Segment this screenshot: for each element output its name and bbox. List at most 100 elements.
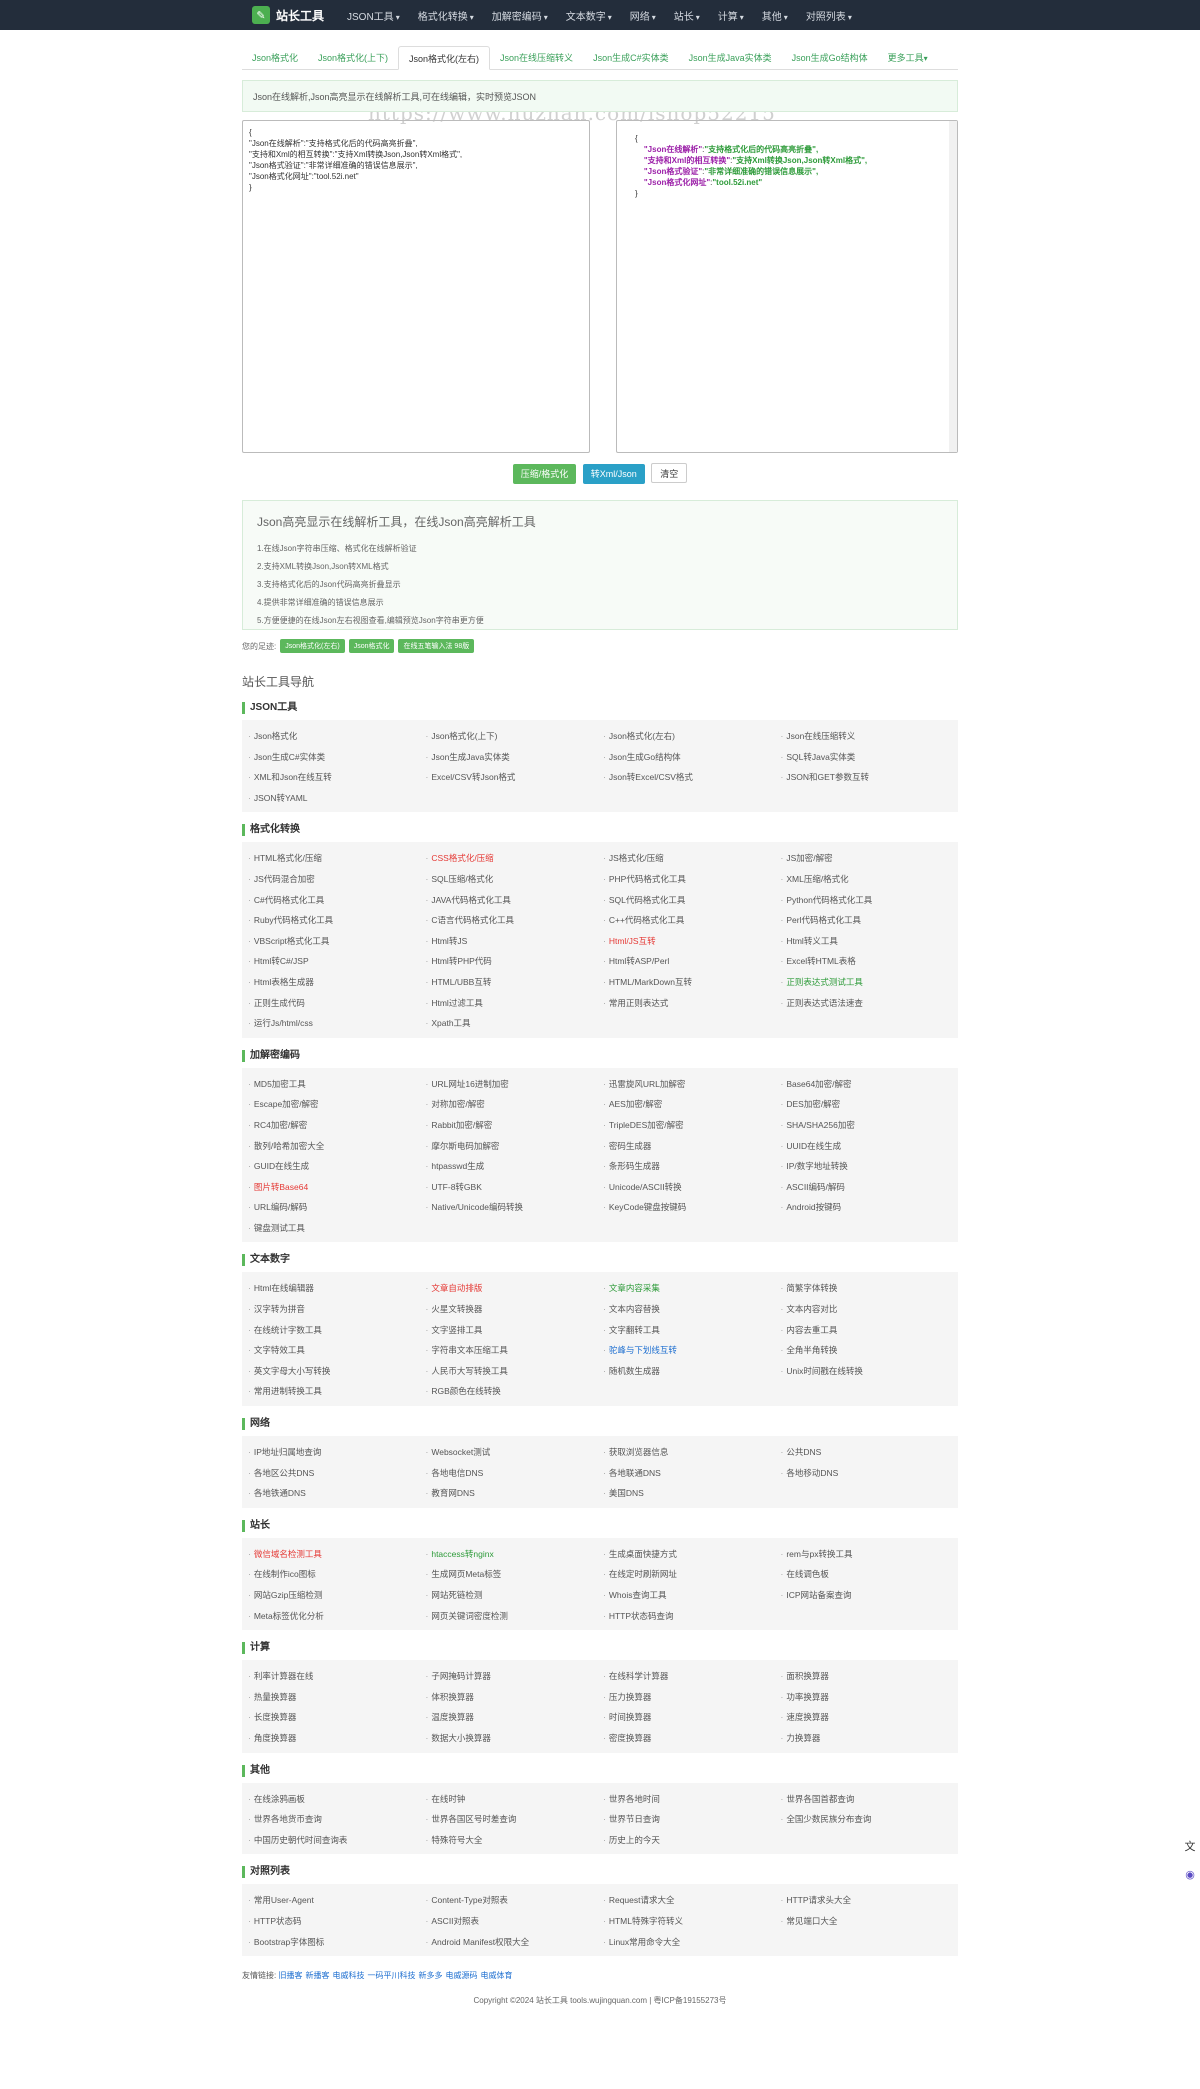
tool-link[interactable]: PHP代码格式化工具 [603, 869, 781, 890]
tool-link[interactable]: RC4加密/解密 [248, 1115, 426, 1136]
tool-link[interactable]: 正则表达式测试工具 [781, 972, 959, 993]
tool-link[interactable]: IP地址归属地查询 [248, 1442, 426, 1463]
tool-link[interactable]: rem与px转换工具 [781, 1544, 959, 1565]
tool-link[interactable]: 文章自动排版 [426, 1278, 604, 1299]
menu-item-8[interactable]: 对照列表 [797, 8, 861, 23]
tool-link[interactable]: JS代码混合加密 [248, 869, 426, 890]
tool-link[interactable]: 生成桌面快捷方式 [603, 1544, 781, 1565]
tool-link[interactable]: 文字竖排工具 [426, 1320, 604, 1341]
friend-link[interactable]: 新多多 [418, 1971, 442, 1980]
tool-link[interactable]: 各地电信DNS [426, 1463, 604, 1484]
tool-link[interactable]: 图片转Base64 [248, 1177, 426, 1198]
tab-0[interactable]: Json格式化 [242, 46, 308, 69]
tool-link[interactable]: Html转义工具 [781, 931, 959, 952]
tool-link[interactable]: Excel/CSV转Json格式 [426, 767, 604, 788]
tool-link[interactable]: 数据大小换算器 [426, 1728, 604, 1749]
friend-link[interactable]: 一码平川科技 [367, 1971, 415, 1980]
tool-link[interactable]: 教育网DNS [426, 1483, 604, 1504]
json-input-editor[interactable]: {"Json在线解析":"支持格式化后的代码高亮折叠", "支持和Xml的相互转换… [242, 120, 590, 453]
tool-link[interactable]: Excel转HTML表格 [781, 951, 959, 972]
tool-link[interactable]: JS格式化/压缩 [603, 848, 781, 869]
tool-link[interactable]: 文本内容对比 [781, 1299, 959, 1320]
tool-link[interactable]: 力换算器 [781, 1728, 959, 1749]
tool-link[interactable]: 子网掩码计算器 [426, 1666, 604, 1687]
tool-link[interactable]: UUID在线生成 [781, 1136, 959, 1157]
tool-link[interactable]: RGB颜色在线转换 [426, 1381, 604, 1402]
tool-link[interactable]: Json生成C#实体类 [248, 747, 426, 768]
tool-link[interactable]: 常用进制转换工具 [248, 1381, 426, 1402]
tool-link[interactable]: 时间换算器 [603, 1707, 781, 1728]
friend-link[interactable]: 电威科技 [332, 1971, 364, 1980]
tool-link[interactable]: 功率换算器 [781, 1687, 959, 1708]
tool-link[interactable]: Base64加密/解密 [781, 1074, 959, 1095]
tool-link[interactable]: 迅雷旋风URL加解密 [603, 1074, 781, 1095]
clear-button[interactable]: 清空 [651, 463, 688, 483]
format-button[interactable]: 压缩/格式化 [512, 464, 577, 484]
tool-link[interactable]: 密度换算器 [603, 1728, 781, 1749]
tool-link[interactable]: 面积换算器 [781, 1666, 959, 1687]
tool-link[interactable]: JAVA代码格式化工具 [426, 890, 604, 911]
tool-link[interactable]: Html转JS [426, 931, 604, 952]
tool-link[interactable]: 网站死链检测 [426, 1585, 604, 1606]
tool-link[interactable]: 获取浏览器信息 [603, 1442, 781, 1463]
tool-link[interactable]: URL编码/解码 [248, 1197, 426, 1218]
tool-link[interactable]: Json生成Java实体类 [426, 747, 604, 768]
tool-link[interactable]: 热量换算器 [248, 1687, 426, 1708]
friend-link[interactable]: 新播客 [305, 1971, 329, 1980]
tool-link[interactable]: 中国历史朝代时间查询表 [248, 1830, 426, 1851]
tool-link[interactable]: 随机数生成器 [603, 1361, 781, 1382]
tool-link[interactable]: SQL代码格式化工具 [603, 890, 781, 911]
tool-link[interactable]: HTML/UBB互转 [426, 972, 604, 993]
tool-link[interactable]: AES加密/解密 [603, 1094, 781, 1115]
scrollbar[interactable] [949, 121, 957, 452]
tool-link[interactable]: Native/Unicode编码转换 [426, 1197, 604, 1218]
tool-link[interactable]: SQL转Java实体类 [781, 747, 959, 768]
tool-link[interactable]: 在线定时刷新网址 [603, 1564, 781, 1585]
tool-link[interactable]: Html转C#/JSP [248, 951, 426, 972]
tool-link[interactable]: Unicode/ASCII转换 [603, 1177, 781, 1198]
tool-link[interactable]: HTTP状态码 [248, 1911, 426, 1932]
tab-7[interactable]: 更多工具 [878, 46, 938, 69]
tool-link[interactable]: C语言代码格式化工具 [426, 910, 604, 931]
tool-link[interactable]: 文字特效工具 [248, 1340, 426, 1361]
tab-4[interactable]: Json生成C#实体类 [583, 46, 679, 69]
tool-link[interactable]: Html/JS互转 [603, 931, 781, 952]
tool-link[interactable]: 全国少数民族分布查询 [781, 1809, 959, 1830]
tool-link[interactable]: URL网址16进制加密 [426, 1074, 604, 1095]
tool-link[interactable]: VBScript格式化工具 [248, 931, 426, 952]
tool-link[interactable]: htaccess转nginx [426, 1544, 604, 1565]
tool-link[interactable]: Json格式化(左右) [603, 726, 781, 747]
tool-link[interactable]: 微信域名检测工具 [248, 1544, 426, 1565]
tab-6[interactable]: Json生成Go结构体 [782, 46, 878, 69]
tab-5[interactable]: Json生成Java实体类 [679, 46, 782, 69]
tool-link[interactable]: 在线调色板 [781, 1564, 959, 1585]
tool-link[interactable]: 摩尔斯电码加解密 [426, 1136, 604, 1157]
tool-link[interactable]: 汉字转为拼音 [248, 1299, 426, 1320]
tool-link[interactable]: 生成网页Meta标签 [426, 1564, 604, 1585]
tool-link[interactable]: 在线制作ico图标 [248, 1564, 426, 1585]
tool-link[interactable]: Rabbit加密/解密 [426, 1115, 604, 1136]
tool-link[interactable]: 世界节日查询 [603, 1809, 781, 1830]
tool-link[interactable]: 文字翻转工具 [603, 1320, 781, 1341]
tool-link[interactable]: 对称加密/解密 [426, 1094, 604, 1115]
footprint-tag[interactable]: Json格式化(左右) [280, 639, 345, 653]
tool-link[interactable]: UTF-8转GBK [426, 1177, 604, 1198]
tool-link[interactable]: 角度换算器 [248, 1728, 426, 1749]
tool-link[interactable]: 世界各地时间 [603, 1789, 781, 1810]
tool-link[interactable]: Xpath工具 [426, 1013, 604, 1034]
tool-link[interactable]: 各地区公共DNS [248, 1463, 426, 1484]
translate-icon[interactable]: 文 [1182, 1838, 1198, 1854]
friend-link[interactable]: 电威源码 [445, 1971, 477, 1980]
tool-link[interactable]: Html过滤工具 [426, 993, 604, 1014]
tool-link[interactable]: Html转ASP/Perl [603, 951, 781, 972]
tool-link[interactable]: 各地铁通DNS [248, 1483, 426, 1504]
tool-link[interactable]: Linux常用命令大全 [603, 1932, 781, 1953]
menu-item-6[interactable]: 计算 [709, 8, 753, 23]
tool-link[interactable]: Perl代码格式化工具 [781, 910, 959, 931]
tool-link[interactable]: 长度换算器 [248, 1707, 426, 1728]
tool-link[interactable]: 体积换算器 [426, 1687, 604, 1708]
tool-link[interactable]: ICP网站备案查询 [781, 1585, 959, 1606]
convert-xml-json-button[interactable]: 转Xml/Json [582, 464, 645, 484]
tool-link[interactable]: 美国DNS [603, 1483, 781, 1504]
tool-link[interactable]: Json格式化 [248, 726, 426, 747]
